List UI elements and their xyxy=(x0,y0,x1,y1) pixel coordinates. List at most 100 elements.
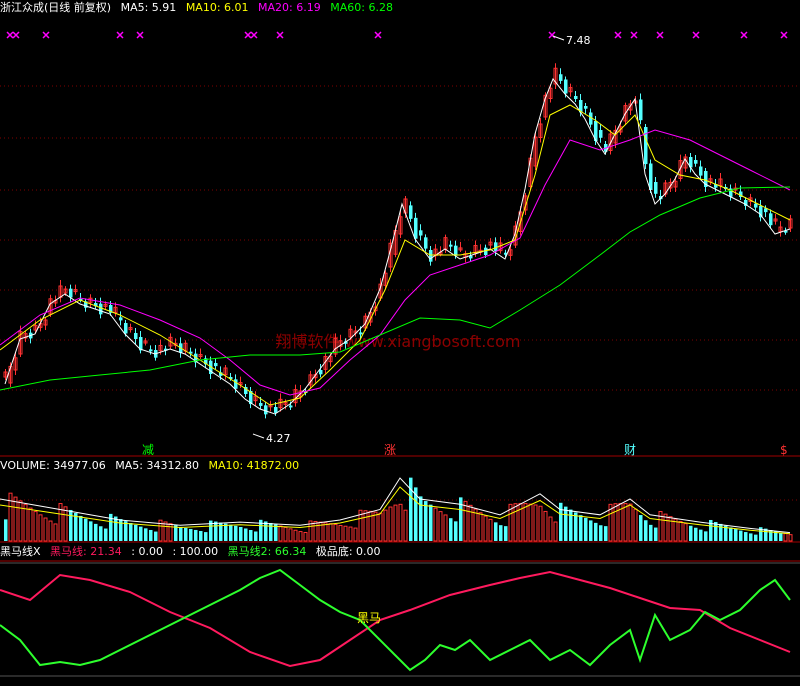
volume-bar xyxy=(678,520,683,542)
volume-ma10-value: MA10: 41872.00 xyxy=(208,459,300,472)
volume-bar xyxy=(398,503,403,542)
cross-marker xyxy=(244,31,252,39)
candle-body xyxy=(234,379,238,389)
volume-bar xyxy=(18,500,23,542)
volume-bar xyxy=(189,528,193,541)
volume-bar xyxy=(373,511,378,542)
volume-bar xyxy=(179,526,183,541)
volume-bar xyxy=(139,526,143,541)
candle-body xyxy=(454,245,458,256)
volume-bar xyxy=(499,525,503,541)
heima-line-value: 黑马线: 21.34 xyxy=(50,545,122,558)
volume-bar xyxy=(234,525,238,541)
volume-bar xyxy=(538,505,543,542)
volume-bar xyxy=(323,522,328,542)
volume-bar xyxy=(438,511,443,542)
volume-bar xyxy=(4,519,8,541)
candle-body xyxy=(599,130,603,138)
volume-bar xyxy=(449,518,453,541)
volume-bar xyxy=(89,521,93,541)
heima-indicator-lines xyxy=(0,568,791,672)
volume-bar xyxy=(38,514,43,542)
candle-body xyxy=(319,370,323,375)
low-price-marker: 4.27 xyxy=(252,432,291,445)
candle-body xyxy=(449,244,453,247)
volume-bar xyxy=(214,521,218,541)
volume-bar xyxy=(114,516,118,541)
volume-bar xyxy=(533,504,538,542)
signal-label-1: 减 xyxy=(142,443,155,457)
volume-bar xyxy=(463,500,468,542)
candle-body xyxy=(119,317,123,321)
candle-body xyxy=(424,237,428,249)
volume-bar xyxy=(69,509,73,541)
volume-bar xyxy=(144,528,148,541)
cross-marker xyxy=(136,31,144,39)
volume-bar xyxy=(704,531,708,541)
volume-bar xyxy=(348,526,353,542)
cross-marker xyxy=(12,31,20,39)
cross-marker xyxy=(548,31,556,39)
heima-line2-value: 黑马线2: 66.34 xyxy=(227,545,307,558)
volume-bar xyxy=(48,520,53,542)
volume-bar xyxy=(274,524,278,541)
volume-bar xyxy=(383,509,388,542)
candle-body xyxy=(134,333,138,339)
high-price-marker: 7.48 xyxy=(552,34,591,47)
volume-bar xyxy=(333,523,338,542)
volume-bar xyxy=(353,527,358,542)
candle-body xyxy=(639,99,643,121)
volume-bar xyxy=(564,506,568,541)
volume-bar xyxy=(473,508,478,542)
volume-bar xyxy=(288,528,293,542)
candle-body xyxy=(99,303,103,315)
volume-bar xyxy=(119,519,123,541)
volume-bar xyxy=(204,532,208,541)
heima-line xyxy=(0,570,791,668)
volume-bar xyxy=(363,510,368,542)
volume-bar xyxy=(298,531,303,542)
volume-bar xyxy=(424,501,428,541)
volume-bar xyxy=(313,520,318,542)
volume-bar xyxy=(633,508,638,542)
volume-bar xyxy=(199,531,203,541)
candle-body xyxy=(754,203,758,208)
volume-bar xyxy=(429,504,433,541)
volume-bar xyxy=(79,515,83,541)
volume-bar xyxy=(594,522,598,541)
low-price-label: 4.27 xyxy=(266,432,291,445)
volume-bar xyxy=(378,512,383,542)
stock-name: 浙江众成(日线 前复权) xyxy=(0,1,112,14)
volume-bar xyxy=(454,521,458,541)
ma5-value: MA5: 5.91 xyxy=(120,1,177,14)
ma10-value: MA10: 6.01 xyxy=(185,1,249,14)
volume-bar xyxy=(488,518,493,542)
volume-bar xyxy=(84,518,88,541)
volume-bar xyxy=(249,529,253,541)
volume-bar xyxy=(739,530,743,541)
volume-bar xyxy=(574,512,578,541)
volume-bar xyxy=(154,531,158,541)
volume-bar xyxy=(338,524,343,542)
candle-body xyxy=(584,106,588,109)
volume-bars xyxy=(4,477,793,542)
candle-body xyxy=(769,213,773,226)
cross-marker xyxy=(250,31,258,39)
signal-label-4: $ xyxy=(780,443,788,457)
candle-body xyxy=(274,407,278,413)
candle-body xyxy=(699,166,703,176)
volume-bar xyxy=(94,523,98,541)
volume-bar xyxy=(13,496,18,542)
volume-bar xyxy=(649,524,653,541)
chart-canvas[interactable]: 翔博软件 www.xiangbosoft.com 7.48 4.27 黑马 xyxy=(0,0,800,682)
volume-bar xyxy=(528,503,533,542)
volume-bar xyxy=(589,520,593,541)
volume-bar xyxy=(443,514,448,542)
volume-bar xyxy=(689,525,693,541)
candle-body xyxy=(69,288,73,298)
candle-body xyxy=(264,405,268,415)
volume-bar xyxy=(254,531,258,541)
volume-bar xyxy=(483,515,488,542)
ma20-value: MA20: 6.19 xyxy=(258,1,321,14)
volume-bar xyxy=(63,506,68,542)
